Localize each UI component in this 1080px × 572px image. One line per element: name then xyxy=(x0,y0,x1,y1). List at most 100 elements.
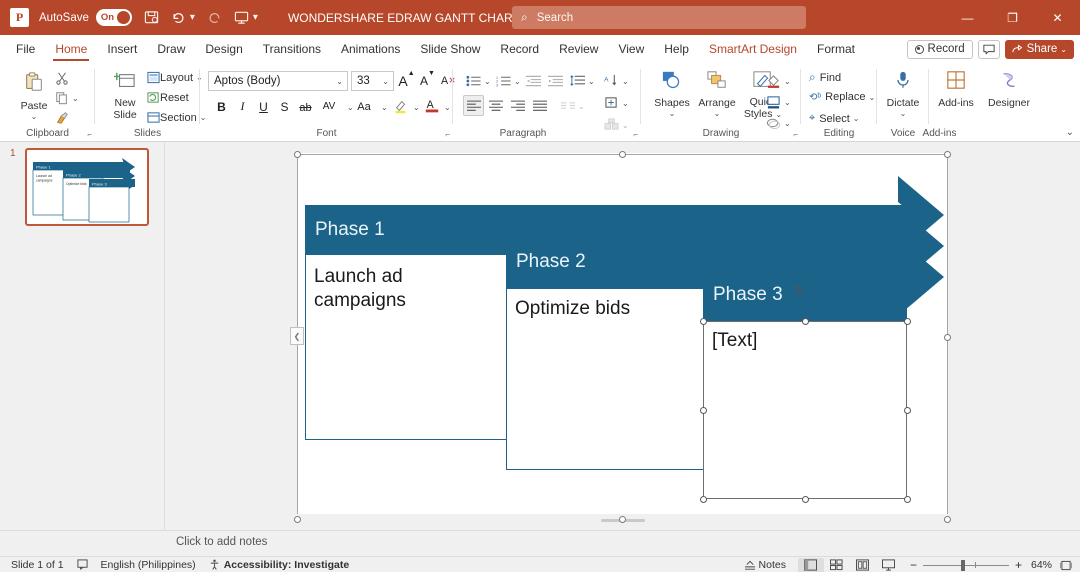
replace-dropdown-icon[interactable]: ⌄ xyxy=(869,93,876,102)
tab-design[interactable]: Design xyxy=(195,35,252,63)
line-spacing-button[interactable] xyxy=(567,70,588,91)
decrease-indent-button[interactable] xyxy=(523,70,544,91)
layout-button[interactable]: Layout ⌄ xyxy=(147,71,203,84)
slide-count[interactable]: Slide 1 of 1 xyxy=(11,559,64,571)
bold-button[interactable]: B xyxy=(211,96,232,117)
resize-handle-bottom-left[interactable] xyxy=(699,495,707,503)
resize-handle-bottom-center[interactable] xyxy=(801,495,809,503)
collapse-ribbon-button[interactable]: ⌄ xyxy=(1066,127,1074,138)
text-direction-dropdown-icon[interactable]: ⌄ xyxy=(622,77,629,86)
tab-record[interactable]: Record xyxy=(490,35,549,63)
language-indicator[interactable]: English (Philippines) xyxy=(101,559,196,571)
smartart-handle-top-right[interactable] xyxy=(944,151,951,158)
view-slide-show-button[interactable] xyxy=(876,558,902,572)
clipboard-dialog-launcher[interactable]: ⌐ xyxy=(87,130,92,139)
undo-icon[interactable] xyxy=(171,7,186,29)
columns-dropdown-icon[interactable]: ⌄ xyxy=(578,102,585,111)
numbering-button[interactable]: 123 xyxy=(493,70,514,91)
paste-dropdown-icon[interactable]: ⌄ xyxy=(31,112,38,121)
align-left-button[interactable] xyxy=(463,95,484,116)
view-slide-sorter-button[interactable] xyxy=(824,558,850,572)
convert-to-smartart-button[interactable] xyxy=(601,114,622,135)
align-text-dropdown-icon[interactable]: ⌄ xyxy=(622,99,629,108)
view-reading-button[interactable] xyxy=(850,558,876,572)
bullets-button[interactable] xyxy=(463,70,484,91)
align-right-button[interactable] xyxy=(507,95,528,116)
redo-icon[interactable] xyxy=(207,7,222,29)
convert-smartart-dropdown-icon[interactable]: ⌄ xyxy=(622,121,629,130)
tab-review[interactable]: Review xyxy=(549,35,608,63)
shape-fill-dropdown-icon[interactable]: ⌄ xyxy=(784,77,791,86)
fit-to-window-button[interactable] xyxy=(1060,560,1072,571)
increase-font-size-button[interactable]: A ▲ xyxy=(396,70,417,91)
close-button[interactable]: ✕ xyxy=(1035,0,1080,35)
numbering-dropdown-icon[interactable]: ⌄ xyxy=(514,77,521,86)
tab-smartart-design[interactable]: SmartArt Design xyxy=(699,35,807,63)
align-text-button[interactable] xyxy=(601,92,622,113)
italic-button[interactable]: I xyxy=(232,96,253,117)
font-size-dropdown-icon[interactable]: ⌄ xyxy=(382,77,389,86)
bullets-dropdown-icon[interactable]: ⌄ xyxy=(484,77,491,86)
dictate-dropdown-icon[interactable]: ⌄ xyxy=(900,109,907,118)
text-direction-button[interactable]: A xyxy=(601,70,622,91)
justify-button[interactable] xyxy=(529,95,550,116)
change-case-button[interactable]: Aa xyxy=(352,96,376,117)
tab-slide-show[interactable]: Slide Show xyxy=(410,35,490,63)
new-slide-button[interactable]: NewSlide ⌄ xyxy=(103,71,153,121)
align-center-button[interactable] xyxy=(485,95,506,116)
accessibility-icon[interactable] xyxy=(209,559,220,570)
columns-button[interactable] xyxy=(557,95,578,116)
select-dropdown-icon[interactable]: ⌄ xyxy=(853,114,860,123)
start-presentation-icon[interactable] xyxy=(234,7,249,29)
autosave-toggle[interactable]: On xyxy=(95,9,132,26)
arrange-dropdown-icon[interactable]: ⌄ xyxy=(714,109,721,118)
resize-handle-top-left[interactable] xyxy=(699,317,707,325)
share-button[interactable]: Share ⌄ xyxy=(1004,39,1074,59)
tab-format[interactable]: Format xyxy=(807,35,865,63)
smartart-handle-bottom-right[interactable] xyxy=(944,516,951,523)
add-ins-button[interactable]: Add-ins xyxy=(933,70,979,109)
resize-handle-middle-right[interactable] xyxy=(903,406,911,414)
save-icon[interactable] xyxy=(144,7,159,29)
search-input[interactable]: ⌕ Search xyxy=(512,6,806,29)
tab-home[interactable]: Home xyxy=(45,35,97,63)
find-button[interactable]: ⌕ Find xyxy=(809,70,841,85)
zoom-in-button[interactable]: + xyxy=(1015,558,1022,572)
paste-button[interactable]: Paste ⌄ xyxy=(12,71,56,121)
select-button[interactable]: ⌖ Select ⌄ xyxy=(809,112,859,125)
restore-button[interactable]: ❐ xyxy=(990,0,1035,35)
shape-outline-dropdown-icon[interactable]: ⌄ xyxy=(784,98,791,107)
font-size-combo[interactable]: 33 ⌄ xyxy=(351,71,394,91)
share-dropdown-icon[interactable]: ⌄ xyxy=(1060,45,1067,54)
smartart-handle-bottom-left[interactable] xyxy=(294,516,301,523)
text-highlight-button[interactable] xyxy=(390,95,411,116)
increase-indent-button[interactable] xyxy=(545,70,566,91)
resize-handle-middle-left[interactable] xyxy=(699,406,707,414)
paragraph-dialog-launcher[interactable]: ⌐ xyxy=(633,130,638,139)
notes-button[interactable]: Notes xyxy=(744,559,786,571)
shape-fill-button[interactable] xyxy=(763,70,784,91)
zoom-knob[interactable] xyxy=(960,559,965,571)
zoom-slider[interactable] xyxy=(922,559,1009,571)
accessibility-status[interactable]: Accessibility: Investigate xyxy=(224,559,349,571)
undo-dropdown-icon[interactable]: ▾ xyxy=(190,7,195,29)
copy-button[interactable]: ⌄ xyxy=(55,91,79,105)
resize-handle-top-center[interactable] xyxy=(801,317,809,325)
shapes-dropdown-icon[interactable]: ⌄ xyxy=(669,109,676,118)
minimize-button[interactable]: — xyxy=(945,0,990,35)
zoom-level[interactable]: 64% xyxy=(1031,559,1052,571)
resize-handle-bottom-right[interactable] xyxy=(903,495,911,503)
rotate-handle[interactable]: ↻ xyxy=(792,283,807,298)
record-button[interactable]: Record xyxy=(906,39,973,59)
smartart-handle-middle-right[interactable] xyxy=(944,334,951,341)
tab-insert[interactable]: Insert xyxy=(97,35,147,63)
highlight-dropdown-icon[interactable]: ⌄ xyxy=(413,103,420,112)
reset-button[interactable]: Reset xyxy=(147,91,189,104)
tab-file[interactable]: File xyxy=(6,35,45,63)
cut-button[interactable] xyxy=(55,71,69,85)
smartart-handle-bottom-center[interactable] xyxy=(619,516,626,523)
shapes-button[interactable]: Shapes ⌄ xyxy=(649,70,695,118)
view-normal-button[interactable] xyxy=(797,557,824,572)
underline-button[interactable]: U xyxy=(253,96,274,117)
dictate-button[interactable]: Dictate ⌄ xyxy=(881,70,925,118)
